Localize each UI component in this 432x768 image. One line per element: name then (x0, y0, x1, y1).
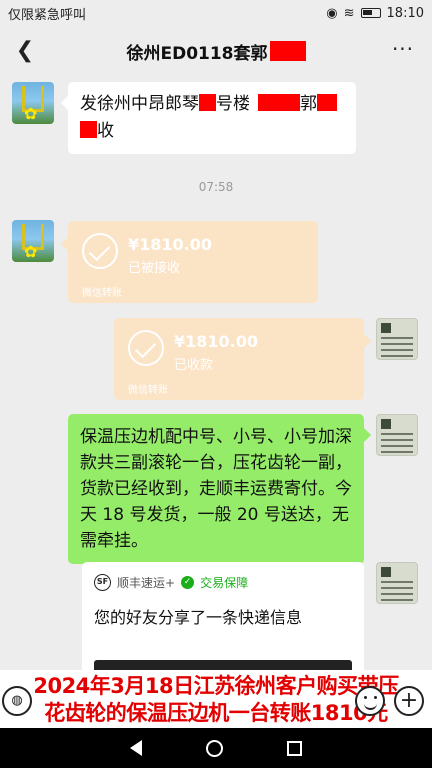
share-brand: 顺丰速运+ (117, 576, 176, 590)
clock-time: 18:10 (386, 5, 424, 21)
my-avatar[interactable] (376, 318, 418, 360)
share-header: SF 顺丰速运+ ✓ 交易保障 (94, 574, 248, 591)
express-share-card[interactable]: SF 顺丰速运+ ✓ 交易保障 您的好友分享了一条快递信息 (82, 562, 364, 682)
transfer-source: 微信转账 (128, 385, 168, 396)
message-timestamp: 07:58 (198, 180, 234, 194)
transfer-status: 已收款 (174, 358, 214, 373)
checkmark-icon (82, 233, 118, 269)
transfer-amount: ¥1810.00 (128, 235, 213, 254)
transfer-source: 微信转账 (82, 288, 122, 299)
sf-express-logo-icon: SF (94, 574, 111, 591)
status-icons: ◉ ≋ 18:10 (326, 6, 424, 21)
chat-header: ❮ 徐州ED0118套郭 ··· (0, 26, 432, 76)
nav-back-icon[interactable] (130, 740, 142, 756)
contact-avatar[interactable]: ✿ (12, 220, 54, 262)
status-bar: 仅限紧急呼叫 ◉ ≋ 18:10 (0, 0, 432, 26)
my-avatar[interactable] (376, 414, 418, 456)
transfer-received-card[interactable]: ¥1810.00 已被接收 微信转账 (61, 221, 318, 303)
wifi-icon: ≋ (343, 5, 355, 21)
checkmark-icon (128, 330, 164, 366)
transfer-amount: ¥1810.00 (174, 332, 259, 351)
redaction-block (258, 94, 300, 111)
system-nav-bar (0, 728, 432, 768)
emoji-icon[interactable] (355, 686, 385, 716)
contact-avatar[interactable]: ✿ (12, 82, 54, 124)
redaction-block (199, 94, 216, 111)
shield-icon: ✓ (181, 576, 195, 589)
address-message-bubble[interactable]: 发徐州中昂郎琴 号楼 郭 收 (61, 82, 356, 154)
more-options-icon[interactable]: ··· (390, 38, 416, 64)
carrier-text: 仅限紧急呼叫 (8, 7, 87, 23)
redaction-block (269, 41, 306, 61)
battery-icon (360, 8, 381, 18)
back-arrow-icon[interactable]: ❮ (12, 38, 38, 64)
chat-title-text: 徐州ED0118套郭 (126, 43, 268, 64)
share-badge: 交易保障 (200, 576, 249, 590)
shipping-message-bubble[interactable]: 保温压边机配中号、小号、小号加深款共三副滚轮一台，压花齿轮一副，货款已经收到，走… (68, 414, 371, 564)
chat-title: 徐州ED0118套郭 (126, 39, 306, 64)
nav-recent-apps-icon[interactable] (287, 740, 302, 756)
plus-icon[interactable]: + (394, 686, 424, 716)
transfer-status: 已被接收 (128, 261, 181, 276)
transfer-sent-card[interactable]: ¥1810.00 已收款 微信转账 (114, 318, 371, 400)
my-avatar[interactable] (376, 562, 418, 604)
redaction-block (317, 94, 337, 111)
nav-home-icon[interactable] (206, 739, 223, 757)
voice-input-icon[interactable]: ◍ (2, 686, 32, 716)
address-text-part: 郭 (300, 94, 317, 114)
address-text-part: 收 (97, 121, 114, 141)
share-description: 您的好友分享了一条快递信息 (94, 608, 303, 627)
redaction-block (80, 121, 97, 138)
eye-icon: ◉ (326, 5, 338, 21)
address-text-part: 发徐州中昂郎琴 (80, 94, 199, 114)
address-text-part: 号楼 (216, 94, 250, 114)
